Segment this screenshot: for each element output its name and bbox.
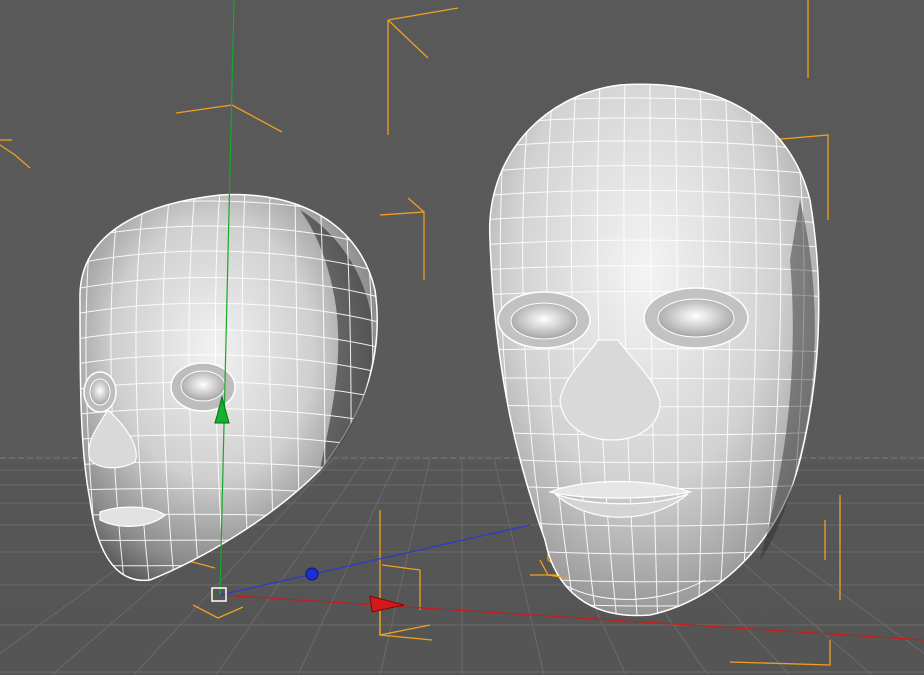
head-right-eye-right [643, 287, 749, 349]
head-right-eye-left [497, 291, 591, 349]
x-axis-handle[interactable] [369, 595, 405, 613]
3d-viewport[interactable] [0, 0, 924, 675]
selection-brackets-front [379, 559, 569, 641]
head-left-mesh[interactable] [70, 190, 390, 590]
viewport-scene[interactable] [0, 0, 924, 675]
z-axis-handle[interactable] [305, 567, 319, 581]
head-left-eye-left [83, 371, 117, 413]
x-axis-line[interactable] [219, 594, 924, 641]
